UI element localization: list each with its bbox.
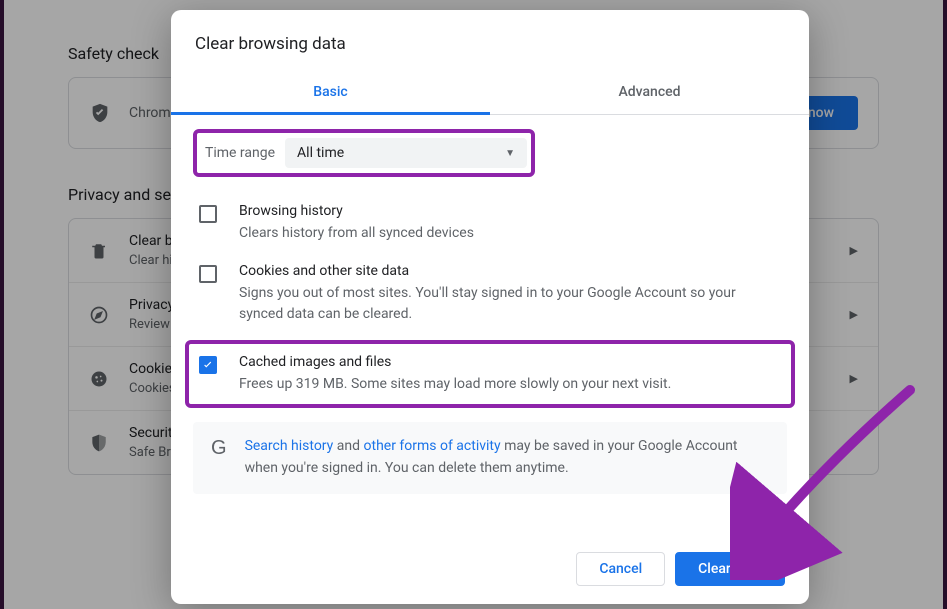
- checkbox-browsing-history[interactable]: [199, 205, 217, 223]
- other-activity-link[interactable]: other forms of activity: [364, 438, 501, 454]
- dialog-title: Clear browsing data: [171, 10, 809, 72]
- time-range-highlight: Time range All time ▼: [193, 129, 535, 177]
- time-range-label: Time range: [201, 137, 285, 169]
- option-cookies: Cookies and other site data Signs you ou…: [193, 253, 787, 334]
- time-range-select[interactable]: All time ▼: [285, 138, 527, 168]
- option-cached-highlight: Cached images and files Frees up 319 MB.…: [185, 340, 795, 408]
- checkbox-cached[interactable]: [199, 356, 217, 374]
- dialog-tabs: Basic Advanced: [171, 72, 809, 115]
- search-history-link[interactable]: Search history: [245, 438, 334, 454]
- tab-basic[interactable]: Basic: [171, 72, 490, 114]
- checkbox-cookies[interactable]: [199, 265, 217, 283]
- cancel-button[interactable]: Cancel: [576, 552, 665, 586]
- clear-data-button[interactable]: Clear data: [675, 552, 785, 586]
- option-browsing-history: Browsing history Clears history from all…: [193, 193, 787, 253]
- clear-browsing-data-dialog: Clear browsing data Basic Advanced Time …: [171, 10, 809, 604]
- google-account-info: G Search history and other forms of acti…: [193, 422, 787, 493]
- dialog-footer: Cancel Clear data: [171, 534, 809, 604]
- caret-down-icon: ▼: [505, 148, 515, 159]
- tab-advanced[interactable]: Advanced: [490, 72, 809, 114]
- google-g-icon: G: [211, 438, 227, 479]
